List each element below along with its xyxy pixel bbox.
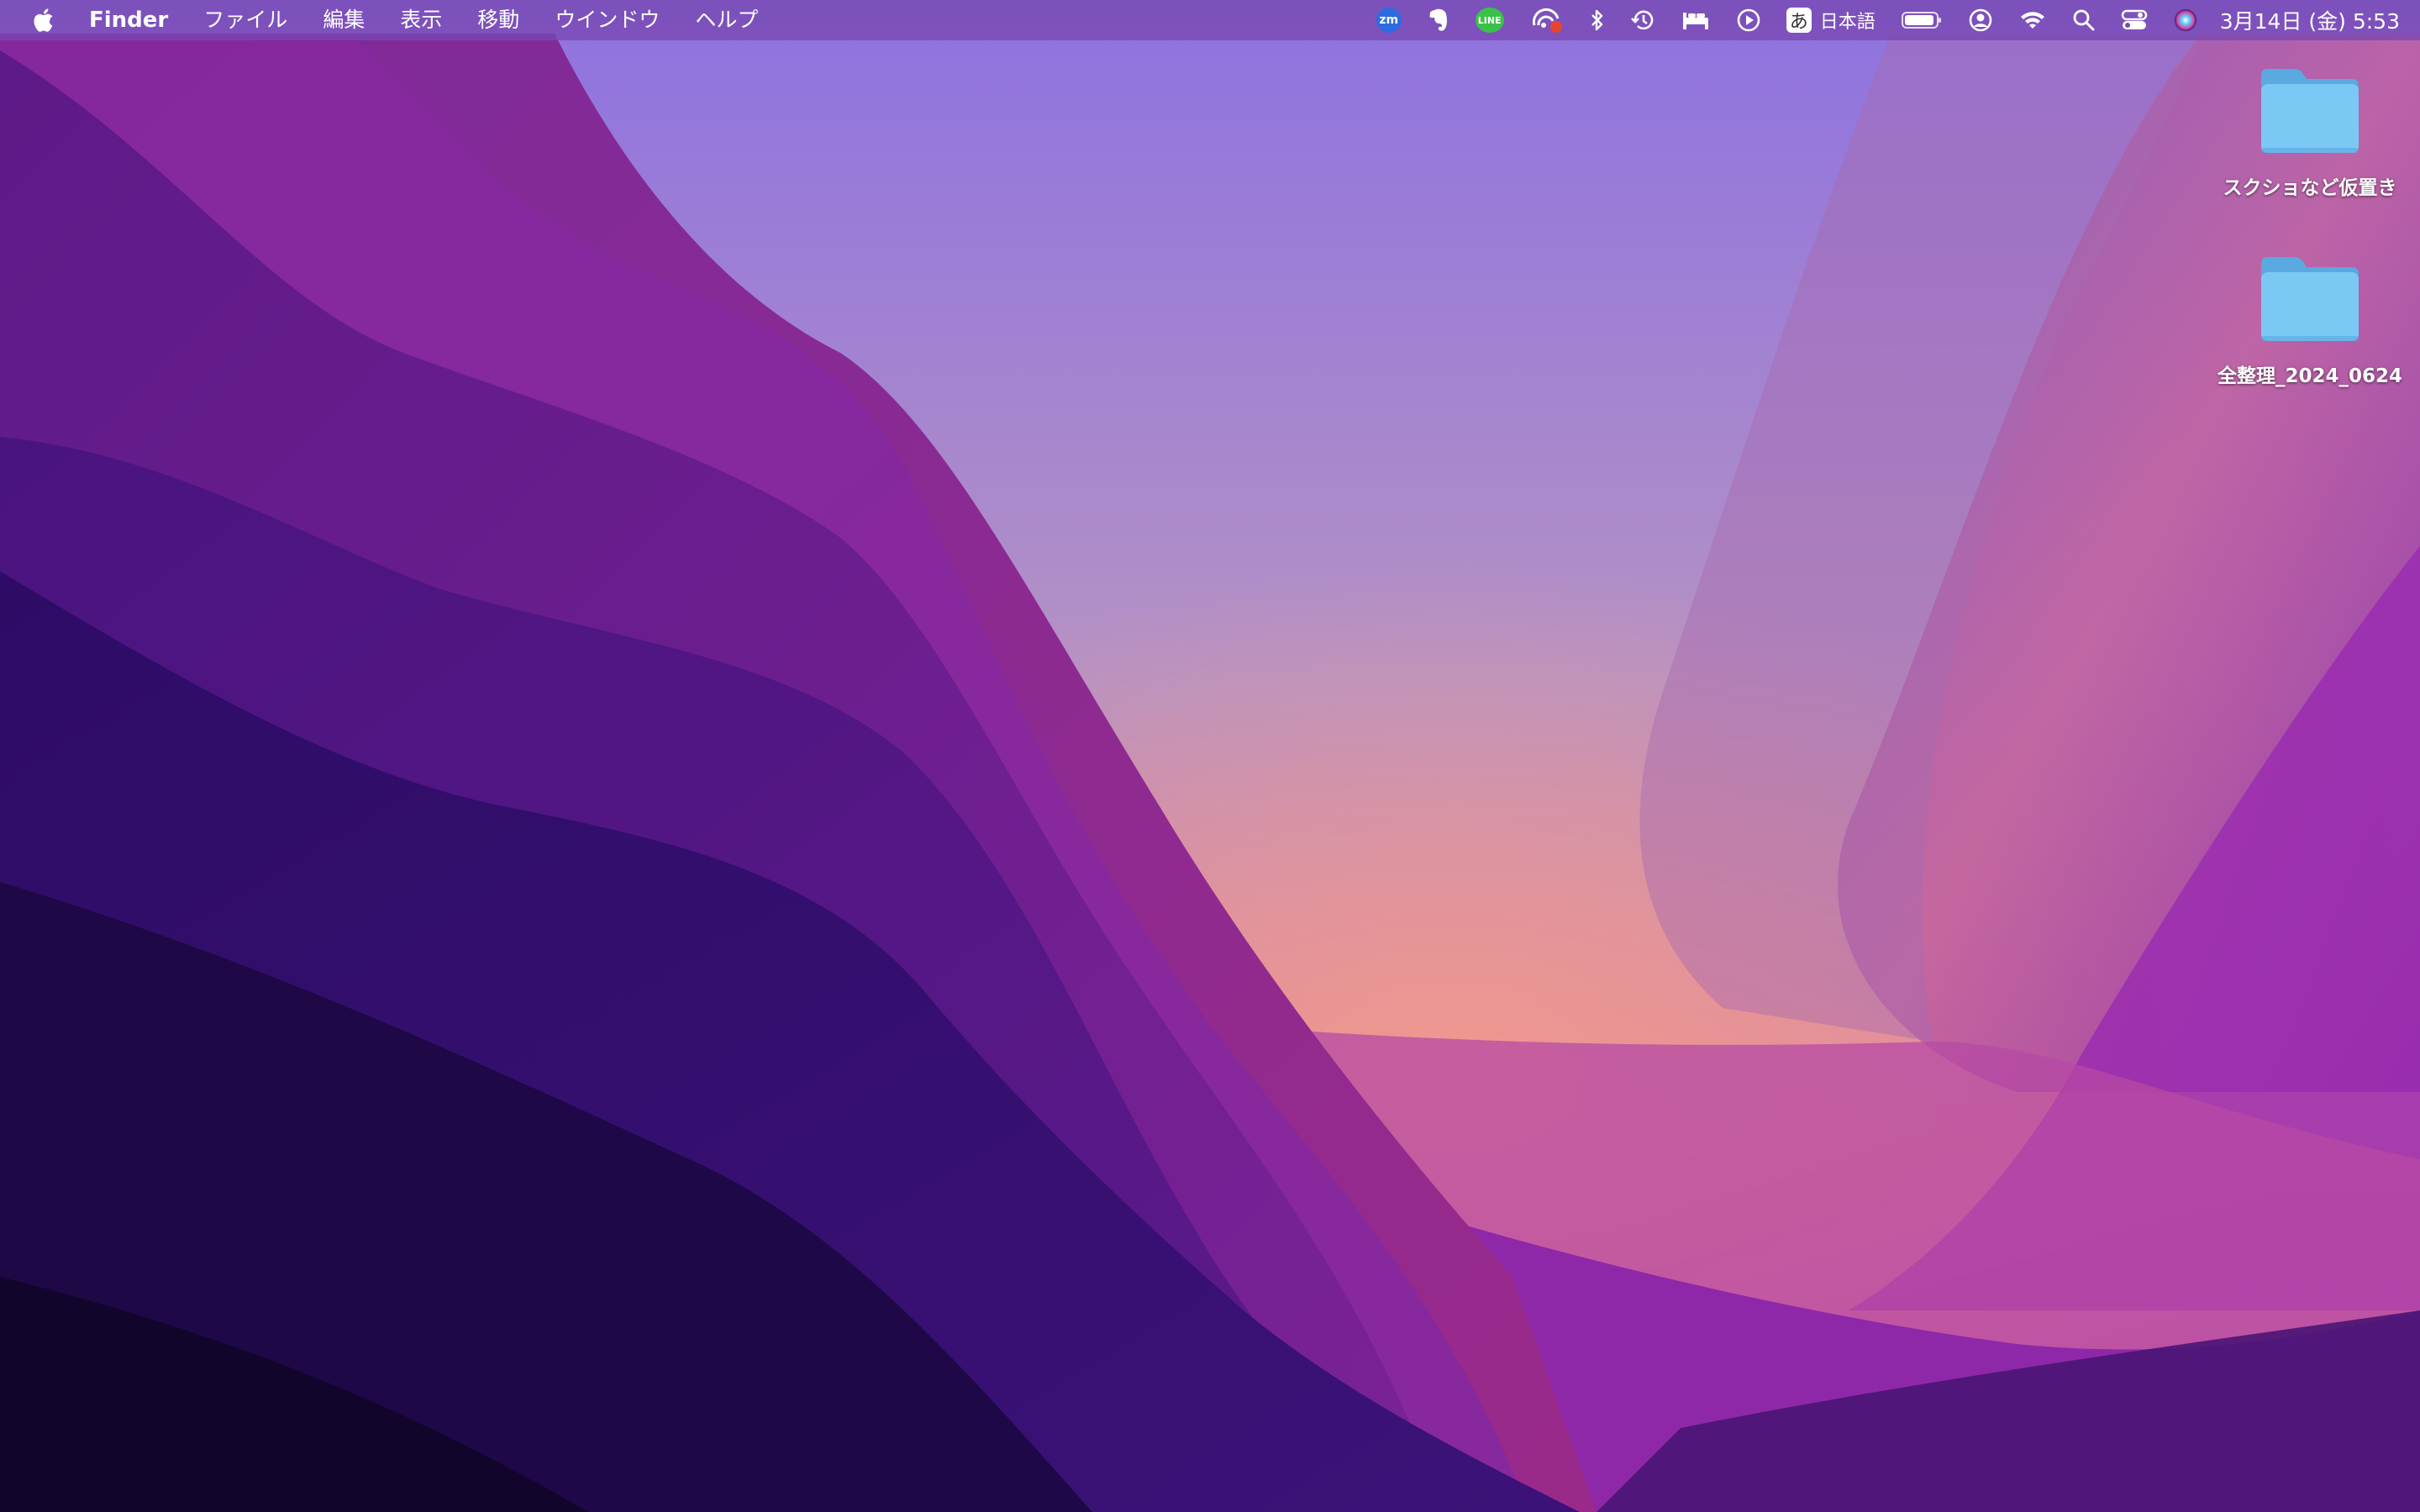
battery-icon: [1901, 12, 1941, 29]
menu-edit[interactable]: 編集: [323, 0, 365, 40]
play-status-item[interactable]: [1736, 0, 1761, 40]
desktop-folder-screenshots[interactable]: スクショなど仮置き: [2201, 66, 2419, 200]
menu-bar-clock[interactable]: 3月14日 (金) 5:53: [2220, 5, 2400, 35]
menu-view[interactable]: 表示: [400, 0, 442, 40]
wifi-status-item[interactable]: [2018, 0, 2047, 40]
user-status-item[interactable]: [1968, 0, 1993, 40]
evernote-status-item[interactable]: [1427, 0, 1450, 40]
app-menu-finder[interactable]: Finder: [89, 0, 168, 40]
desktop-folder-archive-2024-0624[interactable]: 全整理_2024_0624: [2201, 254, 2419, 388]
menu-window[interactable]: ウインドウ: [555, 0, 660, 40]
siri-icon: [2174, 9, 2196, 31]
bed-icon: [1682, 13, 1708, 29]
menu-go[interactable]: 移動: [477, 0, 519, 40]
line-icon: LINE: [1475, 8, 1504, 33]
siri-status-item[interactable]: [2173, 0, 2198, 40]
play-circle-icon: [1737, 8, 1760, 32]
folder-label: スクショなど仮置き: [2223, 177, 2397, 199]
sleep-status-item[interactable]: [1681, 0, 1711, 40]
menu-help[interactable]: ヘルプ: [695, 0, 758, 40]
desktop-wallpaper: [0, 0, 2420, 1512]
time-machine-status-item[interactable]: [1630, 0, 1655, 40]
user-account-icon: [1969, 8, 1992, 32]
screen-record-icon: [1532, 8, 1562, 33]
menu-file[interactable]: ファイル: [203, 0, 287, 40]
bluetooth-status-item[interactable]: [1590, 0, 1605, 40]
time-machine-icon: [1630, 10, 1654, 30]
folder-icon: [2261, 69, 2359, 153]
spotlight-status-item[interactable]: [2072, 0, 2096, 40]
folder-label: 全整理_2024_0624: [2217, 365, 2403, 387]
menu-bar-left: Finder ファイル 編集 表示 移動 ウインドウ ヘルプ: [0, 0, 793, 40]
desktop[interactable]: Finder ファイル 編集 表示 移動 ウインドウ ヘルプ zm LINE あ…: [0, 0, 2420, 1512]
menu-bar-status-area: zm LINE あ 日本語 3月14日 (金) 5:53: [1351, 0, 2400, 40]
input-method-icon: あ: [1786, 8, 1812, 33]
search-icon: [2073, 9, 2095, 31]
bluetooth-icon: [1591, 9, 1602, 31]
line-status-item[interactable]: LINE: [1475, 0, 1504, 40]
battery-status-item[interactable]: [1901, 0, 1943, 40]
input-method-label: 日本語: [1819, 12, 1876, 33]
input-method-status-item[interactable]: あ 日本語: [1786, 0, 1876, 40]
control-center-icon: [2121, 9, 2147, 29]
control-center-status-item[interactable]: [2121, 0, 2148, 40]
apple-menu-icon[interactable]: [30, 5, 55, 35]
wifi-icon: [2020, 12, 2044, 29]
evernote-icon: [1429, 8, 1447, 31]
zoom-icon: zm: [1376, 8, 1402, 33]
menu-bar: Finder ファイル 編集 表示 移動 ウインドウ ヘルプ zm LINE あ…: [0, 0, 2420, 40]
screen-record-status-item[interactable]: [1529, 0, 1565, 40]
folder-icon: [2261, 257, 2359, 341]
zoom-status-item[interactable]: zm: [1376, 0, 1402, 40]
